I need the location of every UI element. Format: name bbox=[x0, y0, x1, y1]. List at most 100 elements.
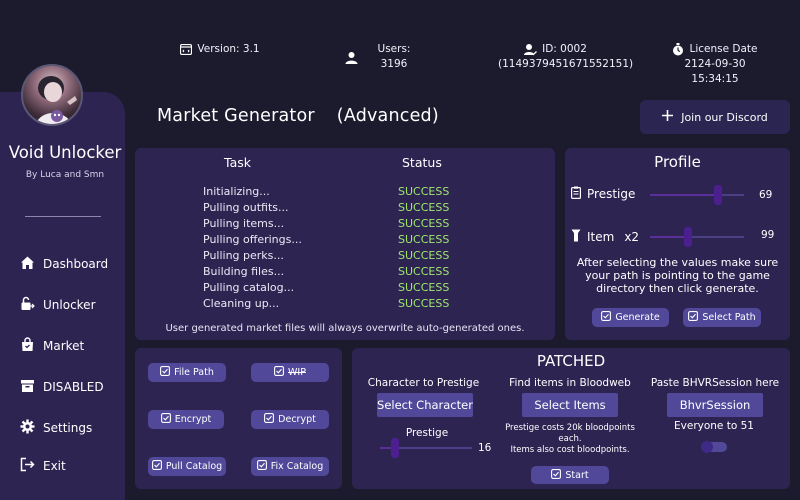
task-item: Pulling offerings... bbox=[203, 233, 302, 246]
item-slider-thumb[interactable] bbox=[684, 227, 692, 247]
users-info: Users: 3196 bbox=[345, 42, 425, 72]
folder-icon bbox=[688, 311, 699, 324]
character-to-prestige-label: Character to Prestige bbox=[367, 377, 480, 389]
app-window: Version: 3.1 Users: 3196 ID: 0002 (11493… bbox=[0, 0, 800, 500]
fix-catalog-icon bbox=[256, 460, 267, 473]
task-item: Pulling perks... bbox=[203, 249, 284, 262]
license-info: License Date 2124-09-30 15:34:15 bbox=[660, 42, 770, 87]
file-icon bbox=[160, 366, 171, 379]
prestige-slider-fill bbox=[650, 194, 718, 196]
page-title-mode: (Advanced) bbox=[336, 106, 439, 126]
gear-icon bbox=[20, 419, 35, 437]
item-value: 99 bbox=[761, 229, 775, 241]
status-item: SUCCESS bbox=[398, 281, 450, 294]
paste-session-label: Paste BHVRSession here bbox=[650, 377, 780, 389]
home-icon bbox=[20, 255, 35, 273]
generate-button[interactable]: Generate bbox=[592, 308, 669, 327]
app-title: Void Unlocker bbox=[8, 143, 122, 162]
plus-icon bbox=[662, 110, 674, 124]
exit-icon bbox=[20, 457, 35, 475]
start-button[interactable]: Start bbox=[531, 466, 609, 484]
overwrite-note: User generated market files will always … bbox=[165, 323, 525, 334]
status-column-header: Status bbox=[402, 155, 442, 170]
profile-panel: Profile Prestige 69 Item x2 99 After sel… bbox=[565, 148, 790, 340]
torch-icon bbox=[571, 229, 581, 245]
sidebar-item-label: Exit bbox=[43, 459, 66, 473]
patched-title: PATCHED bbox=[536, 352, 606, 370]
select-character-button[interactable]: Select Character bbox=[377, 393, 473, 417]
sidebar-item-exit[interactable]: Exit bbox=[20, 457, 66, 475]
file-path-label: File Path bbox=[174, 367, 214, 378]
task-item: Pulling catalog... bbox=[203, 281, 295, 294]
clock-icon bbox=[672, 43, 684, 56]
join-discord-button[interactable]: Join our Discord bbox=[640, 100, 790, 134]
tools-panel: File Path WIP Encrypt Decrypt Pull Catal… bbox=[135, 348, 342, 489]
start-label: Start bbox=[565, 469, 589, 481]
find-items-label: Find items in Bloodweb bbox=[509, 377, 631, 389]
encrypt-icon bbox=[160, 413, 171, 426]
status-item: SUCCESS bbox=[398, 217, 450, 230]
task-item: Cleaning up... bbox=[203, 297, 280, 310]
wip-button[interactable]: WIP bbox=[251, 363, 329, 382]
task-item: Building files... bbox=[203, 265, 285, 278]
version-label: Version: 3.1 bbox=[197, 43, 260, 55]
bloodpoints-note: Prestige costs 20k bloodpoints each. Ite… bbox=[495, 423, 645, 456]
select-path-label: Select Path bbox=[702, 312, 756, 323]
avatar bbox=[21, 64, 83, 126]
fix-catalog-button[interactable]: Fix Catalog bbox=[251, 457, 329, 476]
prestige-slider-thumb[interactable] bbox=[714, 185, 722, 205]
license-value: 2124-09-30 15:34:15 bbox=[684, 58, 746, 85]
pull-catalog-icon bbox=[151, 460, 162, 473]
clipboard-icon bbox=[571, 186, 582, 202]
sidebar-item-market[interactable]: Market bbox=[20, 337, 84, 355]
app-subtitle: By Luca and Smn bbox=[25, 170, 105, 180]
sidebar-item-disabled[interactable]: DISABLED bbox=[20, 378, 104, 396]
page-title-main: Market Generator bbox=[157, 106, 315, 126]
status-item: SUCCESS bbox=[398, 249, 450, 262]
task-column-header: Task bbox=[224, 155, 251, 170]
sidebar-item-dashboard[interactable]: Dashboard bbox=[20, 255, 108, 273]
bloodpoints-note-line: Items also cost bloodpoints. bbox=[510, 445, 630, 455]
everyone-to-51-label: Everyone to 51 bbox=[674, 420, 754, 432]
task-item: Pulling items... bbox=[203, 217, 285, 230]
status-item: SUCCESS bbox=[398, 265, 450, 278]
item-multiplier: x2 bbox=[624, 230, 640, 244]
version-info: Version: 3.1 bbox=[180, 42, 260, 57]
sidebar-item-unlocker[interactable]: Unlocker bbox=[20, 296, 96, 314]
prestige-slider-label: Prestige bbox=[571, 186, 635, 202]
users-label: Users: 3196 bbox=[377, 43, 411, 70]
profile-instructions: After selecting the values make sure you… bbox=[576, 256, 779, 295]
item-slider[interactable] bbox=[650, 236, 744, 238]
bhvr-session-button[interactable]: BhvrSession bbox=[667, 393, 763, 417]
status-item: SUCCESS bbox=[398, 201, 450, 214]
join-discord-label: Join our Discord bbox=[681, 110, 768, 124]
select-items-button[interactable]: Select Items bbox=[522, 393, 618, 417]
task-status-panel: Task Status Initializing... Pulling outf… bbox=[135, 148, 555, 340]
prestige-slider-caption: Prestige bbox=[405, 427, 449, 439]
id-value: (1149379451671552151) bbox=[498, 58, 634, 70]
sidebar-divider bbox=[25, 216, 101, 217]
sidebar-item-label: Market bbox=[43, 339, 85, 353]
pull-catalog-label: Pull Catalog bbox=[165, 461, 223, 472]
character-prestige-thumb[interactable] bbox=[391, 438, 399, 458]
file-path-button[interactable]: File Path bbox=[148, 363, 226, 382]
generate-label: Generate bbox=[615, 312, 660, 323]
encrypt-label: Encrypt bbox=[174, 414, 212, 425]
unlock-icon bbox=[20, 296, 35, 314]
status-item: SUCCESS bbox=[398, 233, 450, 246]
prestige-value: 69 bbox=[759, 189, 773, 201]
sidebar-item-label: Unlocker bbox=[43, 298, 96, 312]
task-list: Initializing... Pulling outfits... Pulli… bbox=[203, 184, 302, 312]
pull-catalog-button[interactable]: Pull Catalog bbox=[148, 457, 226, 476]
sidebar-item-settings[interactable]: Settings bbox=[20, 419, 92, 437]
select-path-button[interactable]: Select Path bbox=[683, 308, 761, 327]
prestige-slider[interactable] bbox=[650, 194, 744, 196]
bloodpoints-note-line: Prestige costs 20k bloodpoints bbox=[505, 423, 635, 433]
encrypt-button[interactable]: Encrypt bbox=[148, 410, 224, 429]
everyone-to-51-toggle[interactable] bbox=[701, 441, 727, 453]
task-item: Initializing... bbox=[203, 185, 270, 198]
decrypt-button[interactable]: Decrypt bbox=[251, 410, 329, 429]
status-item: SUCCESS bbox=[398, 297, 450, 310]
id-icon bbox=[524, 43, 538, 56]
patched-panel: PATCHED Character to Prestige Select Cha… bbox=[352, 348, 790, 489]
